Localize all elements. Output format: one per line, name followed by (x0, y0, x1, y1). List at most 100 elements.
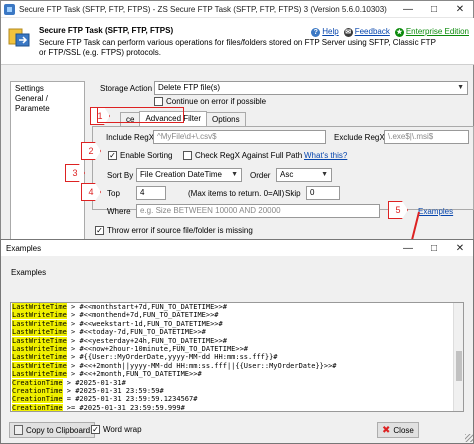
code-expression: > #<<monthstart+7d,FUN_TO_DATETIME>># (66, 303, 227, 311)
maximize-icon[interactable]: □ (421, 1, 447, 18)
code-line: CreationTime = #2025-01-31 23:59:59.1234… (12, 395, 463, 404)
copy-to-clipboard-button[interactable]: Copy to Clipboard (9, 422, 96, 438)
enterprise-link[interactable]: ★ Enterprise Edition (394, 27, 469, 37)
header-title: Secure FTP Task (SFTP, FTP, FTPS) (39, 26, 174, 35)
include-regex-label: Include RegX (106, 133, 155, 142)
skip-input[interactable]: 0 (306, 186, 340, 200)
whats-this-link[interactable]: What's this? (304, 151, 347, 160)
clipboard-icon (14, 425, 23, 435)
left-nav-tree: Settings General / Paramete (10, 81, 85, 241)
code-keyword: LastWriteTime (12, 311, 67, 320)
code-line: LastWriteTime > #<<yesterday+24h,FUN_TO_… (12, 336, 463, 345)
code-line: LastWriteTime > #<<weekstart-1d,FUN_TO_D… (12, 319, 463, 328)
code-line: LastWriteTime > #<<+2month||yyyy-MM-dd H… (12, 361, 463, 370)
code-keyword: CreationTime (12, 387, 63, 396)
throw-error-label: Throw error if source file/folder is mis… (107, 226, 253, 235)
order-value: Asc (280, 170, 294, 179)
code-expression: > #<<yesterday+24h,FUN_TO_DATETIME>># (66, 336, 227, 345)
include-regex-input[interactable]: ^MyFile\d+\.csv$ (153, 130, 326, 144)
continue-on-error-label: Continue on error if possible (166, 97, 267, 106)
feedback-icon: ✉ (343, 28, 353, 37)
code-keyword: LastWriteTime (12, 328, 67, 337)
checkbox-box-checked[interactable]: ✓ (108, 151, 117, 160)
minimize-icon[interactable]: — (395, 1, 421, 18)
feedback-link[interactable]: ✉ Feedback (343, 27, 390, 37)
code-line: CreationTime >= #2025-01-31 23:59:59.999… (12, 403, 463, 412)
code-keyword: LastWriteTime (12, 345, 67, 354)
exclude-regex-label: Exclude RegX (334, 133, 385, 142)
header-description: Secure FTP Task can perform various oper… (39, 38, 436, 57)
code-expression: > #{{User::MyOrderDate,yyyy-MM-dd HH:mm:… (66, 353, 278, 362)
help-link[interactable]: ? Help (311, 27, 339, 37)
top-input[interactable]: 4 (136, 186, 166, 200)
code-expression: > #<<+2month,FUN_TO_DATETIME>># (66, 370, 202, 379)
code-lines: LastWriteTime > #<<monthstart+7d,FUN_TO_… (12, 303, 463, 412)
examples-footer: Copy to Clipboard ✓ Word wrap ✖ Close (1, 418, 474, 444)
enterprise-icon: ★ (394, 28, 404, 37)
code-expression: > #<<now+2hour-10minute,FUN_TO_DATETIME>… (66, 345, 249, 354)
code-keyword: CreationTime (12, 378, 63, 387)
check-regex-full-path-checkbox[interactable]: Check RegX Against Full Path (183, 151, 302, 160)
code-keyword: LastWriteTime (12, 336, 67, 345)
close-icon[interactable]: ✕ (447, 240, 473, 257)
close-button-label: Close (393, 425, 414, 435)
code-line: LastWriteTime > #<<today-7d,FUN_TO_DATET… (12, 328, 463, 337)
skip-label: Skip (285, 189, 301, 198)
code-line: LastWriteTime > #{{User::MyOrderDate,yyy… (12, 353, 463, 362)
code-line: LastWriteTime > #<<monthstart+7d,FUN_TO_… (12, 303, 463, 311)
sort-by-select[interactable]: File Creation DateTime ▼ (136, 168, 242, 182)
throw-error-checkbox[interactable]: ✓ Throw error if source file/folder is m… (95, 226, 253, 235)
enable-sorting-checkbox[interactable]: ✓ Enable Sorting (108, 151, 172, 160)
checkbox-box-checked[interactable]: ✓ (91, 425, 100, 434)
checkbox-box[interactable] (183, 151, 192, 160)
storage-action-label: Storage Action (100, 84, 153, 93)
examples-window: Examples — □ ✕ Examples LastWriteTime > … (0, 239, 474, 444)
help-icon: ? (311, 28, 321, 37)
code-expression: > #<<weekstart-1d,FUN_TO_DATETIME>># (66, 319, 223, 328)
ftp-task-icon (8, 28, 30, 47)
vertical-scrollbar[interactable] (453, 303, 463, 411)
nav-item-settings[interactable]: Settings (15, 84, 80, 94)
examples-code-editor[interactable]: LastWriteTime > #<<monthstart+7d,FUN_TO_… (10, 302, 464, 412)
order-select[interactable]: Asc ▼ (276, 168, 332, 182)
code-expression: >= #2025-01-31 23:59:59.999# (62, 403, 185, 412)
where-input[interactable]: e.g. Size BETWEEN 10000 AND 20000 (136, 204, 380, 218)
code-expression: > #<<today-7d,FUN_TO_DATETIME>># (66, 328, 206, 337)
code-keyword: LastWriteTime (12, 319, 67, 328)
order-label: Order (250, 171, 271, 180)
tab-options[interactable]: Options (206, 112, 246, 127)
resize-grip-icon[interactable] (465, 434, 473, 442)
window-title: Secure FTP Task (SFTP, FTP, FTPS) - ZS S… (19, 4, 387, 14)
where-label: Where (107, 207, 131, 216)
code-expression: > #<<+2month||yyyy-MM-dd HH:mm:ss.fff||{… (66, 361, 337, 370)
checkbox-box-checked[interactable]: ✓ (95, 226, 104, 235)
close-icon[interactable]: ✕ (447, 1, 473, 18)
code-keyword: CreationTime (12, 395, 63, 404)
exclude-regex-input[interactable]: \.exe$|\.msi$ (384, 130, 469, 144)
word-wrap-checkbox[interactable]: ✓ Word wrap (91, 425, 142, 434)
maximize-icon[interactable]: □ (421, 240, 447, 257)
help-links: ? Help ✉ Feedback ★ Enterprise Edition (311, 27, 469, 37)
sort-by-label: Sort By (107, 171, 134, 180)
feedback-link-text[interactable]: Feedback (355, 27, 390, 36)
code-expression: > #2025-01-31 23:59:59# (62, 387, 164, 396)
examples-title: Examples (6, 243, 42, 253)
max-items-label: (Max items to return. 0=All) (188, 189, 285, 198)
code-line: CreationTime > #2025-01-31 23:59:59# (12, 387, 463, 396)
checkbox-box[interactable] (154, 97, 163, 106)
minimize-icon[interactable]: — (395, 240, 421, 257)
copy-button-label: Copy to Clipboard (26, 425, 91, 435)
close-button[interactable]: ✖ Close (377, 422, 419, 438)
continue-on-error-checkbox[interactable]: Continue on error if possible (154, 97, 266, 106)
code-line: LastWriteTime > #<<+2month,FUN_TO_DATETI… (12, 370, 463, 379)
examples-heading: Examples (11, 268, 47, 277)
chevron-down-icon: ▼ (457, 84, 464, 91)
enterprise-link-text[interactable]: Enterprise Edition (406, 27, 469, 36)
code-keyword: LastWriteTime (12, 361, 67, 370)
code-line: CreationTime > #2025-01-31# (12, 378, 463, 387)
storage-action-select[interactable]: Delete FTP file(s) ▼ (154, 81, 468, 95)
help-link-text[interactable]: Help (322, 27, 338, 36)
nav-item-general[interactable]: General / Paramete (15, 94, 80, 114)
scrollbar-thumb[interactable] (456, 351, 462, 381)
code-expression: = #2025-01-31 23:59:59.1234567# (62, 395, 198, 404)
